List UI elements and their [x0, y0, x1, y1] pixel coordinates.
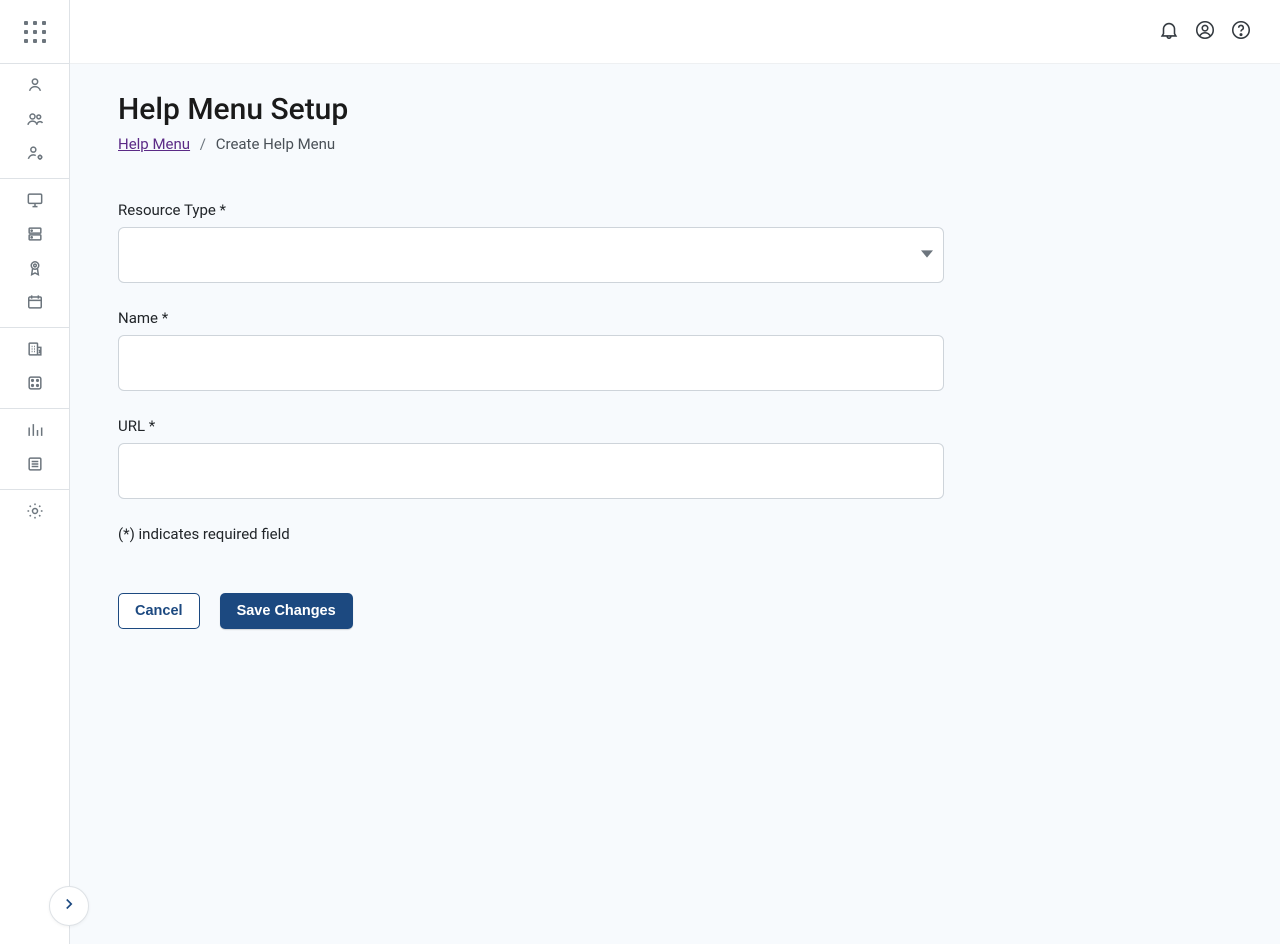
list-icon: [25, 454, 45, 478]
sidebar-item-settings[interactable]: [15, 496, 55, 530]
sidebar: [0, 0, 70, 944]
notifications-button[interactable]: [1154, 17, 1184, 47]
building-icon: [25, 339, 45, 363]
apps-launcher[interactable]: [0, 0, 69, 64]
url-label: URL *: [118, 417, 944, 435]
sidebar-item-monitor[interactable]: [15, 185, 55, 219]
sidebar-item-person-gear[interactable]: [15, 138, 55, 172]
sidebar-item-badge[interactable]: [15, 253, 55, 287]
expand-sidebar-button[interactable]: [49, 886, 89, 926]
server-icon: [25, 224, 45, 248]
help-button[interactable]: [1226, 17, 1256, 47]
sidebar-item-calendar[interactable]: [15, 287, 55, 321]
cancel-button[interactable]: Cancel: [118, 593, 200, 629]
save-button[interactable]: Save Changes: [220, 593, 353, 629]
sidebar-item-server[interactable]: [15, 219, 55, 253]
apps-grid-icon: [24, 21, 46, 43]
content-area: Help Menu Setup Help Menu / Create Help …: [70, 64, 1280, 944]
bar-chart-icon: [25, 420, 45, 444]
resource-type-select[interactable]: [118, 227, 944, 283]
sidebar-item-list[interactable]: [15, 449, 55, 483]
breadcrumb-separator: /: [200, 135, 206, 153]
badge-icon: [25, 258, 45, 282]
gear-icon: [25, 501, 45, 525]
calendar-icon: [25, 292, 45, 316]
required-note: (*) indicates required field: [118, 525, 944, 543]
url-input[interactable]: [118, 443, 944, 499]
caret-down-icon: [921, 246, 933, 264]
name-label: Name *: [118, 309, 944, 327]
page-title: Help Menu Setup: [118, 92, 1232, 127]
sidebar-item-dice[interactable]: [15, 368, 55, 402]
help-circle-icon: [1230, 19, 1252, 45]
breadcrumb: Help Menu / Create Help Menu: [118, 135, 1232, 153]
chevron-right-icon: [60, 895, 78, 917]
sidebar-item-person[interactable]: [15, 70, 55, 104]
name-input[interactable]: [118, 335, 944, 391]
user-circle-icon: [1194, 19, 1216, 45]
monitor-icon: [25, 190, 45, 214]
form: Resource Type * Name * URL *: [118, 201, 944, 629]
dice-icon: [25, 373, 45, 397]
bell-icon: [1158, 19, 1180, 45]
sidebar-item-bar-chart[interactable]: [15, 415, 55, 449]
person-icon: [25, 75, 45, 99]
person-gear-icon: [25, 143, 45, 167]
breadcrumb-current: Create Help Menu: [216, 135, 335, 153]
sidebar-item-building[interactable]: [15, 334, 55, 368]
breadcrumb-link-help-menu[interactable]: Help Menu: [118, 135, 190, 153]
account-button[interactable]: [1190, 17, 1220, 47]
people-icon: [25, 109, 45, 133]
resource-type-label: Resource Type *: [118, 201, 944, 219]
topbar: [70, 0, 1280, 64]
sidebar-item-people[interactable]: [15, 104, 55, 138]
